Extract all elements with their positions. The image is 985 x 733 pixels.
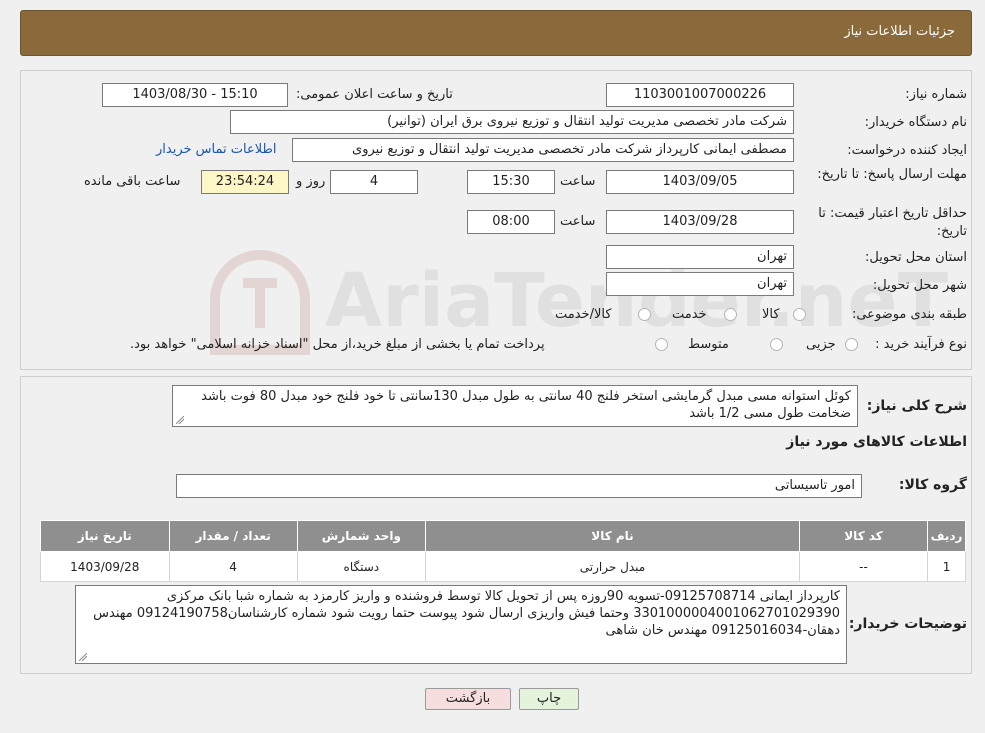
- goods-group-label: گروه کالا:: [898, 477, 967, 493]
- buyer-contact-link[interactable]: اطلاعات تماس خریدار: [156, 142, 276, 157]
- category-option-goods: کالا: [762, 307, 780, 322]
- back-button[interactable]: بازگشت: [425, 688, 511, 710]
- watermark-text: AriaTender.neT: [325, 258, 949, 344]
- col-row: ردیف: [927, 520, 966, 552]
- print-button[interactable]: چاپ: [519, 688, 579, 710]
- category-radio-service[interactable]: [724, 308, 737, 321]
- remaining-label: ساعت باقی مانده: [84, 174, 181, 189]
- goods-table-header: ردیف کد کالا نام کالا واحد شمارش تعداد /…: [40, 520, 966, 552]
- category-label: طبقه بندی موضوعی:: [851, 307, 967, 322]
- cell-unit: دستگاه: [296, 551, 427, 582]
- announce-field: 1403/08/30 - 15:10: [102, 83, 288, 107]
- category-radio-goods-service[interactable]: [638, 308, 651, 321]
- cell-date: 1403/09/28: [40, 551, 170, 582]
- days-field: 4: [330, 170, 418, 194]
- creator-label: ایجاد کننده درخواست:: [847, 143, 967, 158]
- cell-name: مبدل حرارتی: [425, 551, 800, 582]
- province-field: تهران: [606, 245, 794, 269]
- resize-grip-icon: [79, 653, 87, 661]
- buyer-field: شرکت مادر تخصصی مدیریت تولید انتقال و تو…: [230, 110, 794, 134]
- process-radio-minor[interactable]: [845, 338, 858, 351]
- city-label: شهر محل تحویل:: [872, 278, 967, 293]
- validity-date-field: 1403/09/28: [606, 210, 794, 234]
- process-radio-treasury[interactable]: [655, 338, 668, 351]
- process-label: نوع فرآیند خرید :: [875, 337, 967, 352]
- col-date: تاریخ نیاز: [40, 520, 170, 552]
- remaining-time-field: 23:54:24: [201, 170, 289, 194]
- buyer-notes-label: توضیحات خریدار:: [848, 616, 967, 632]
- goods-section-title: اطلاعات کالاهای مورد نیاز: [786, 434, 967, 450]
- table-row: 1 -- مبدل حرارتی دستگاه 4 1403/09/28: [40, 551, 966, 582]
- province-label: استان محل تحویل:: [865, 250, 967, 265]
- buyer-notes-field: کارپرداز ایمانی 09125708714-تسویه 90روزه…: [75, 585, 847, 664]
- page-header: جزئیات اطلاعات نیاز: [20, 10, 972, 56]
- cell-qty: 4: [168, 551, 298, 582]
- deadline-date-field: 1403/09/05: [606, 170, 794, 194]
- deadline-time-field: 15:30: [467, 170, 555, 194]
- process-note: پرداخت تمام یا بخشی از مبلغ خرید،از محل …: [130, 337, 545, 352]
- buyer-label: نام دستگاه خریدار:: [864, 115, 967, 130]
- validity-time-label: ساعت: [560, 214, 596, 229]
- process-radio-medium[interactable]: [770, 338, 783, 351]
- deadline-time-label: ساعت: [560, 174, 596, 189]
- description-label: شرح کلی نیاز:: [866, 398, 967, 414]
- category-radio-goods[interactable]: [793, 308, 806, 321]
- category-option-service: خدمت: [672, 307, 707, 322]
- goods-group-field: امور تاسیساتی: [176, 474, 862, 498]
- description-text: کوئل استوانه مسی مبدل گرمایشی استخر فلنج…: [201, 389, 851, 421]
- validity-time-field: 08:00: [467, 210, 555, 234]
- creator-field: مصطفی ایمانی کارپرداز شرکت مادر تخصصی مد…: [292, 138, 794, 162]
- category-option-goods-service: کالا/خدمت: [555, 307, 612, 322]
- validity-label: حداقل تاریخ اعتبار قیمت: تا تاریخ:: [818, 206, 967, 239]
- col-name: نام کالا: [425, 520, 800, 552]
- cell-row: 1: [927, 551, 966, 582]
- need-number-field: 1103001007000226: [606, 83, 794, 107]
- buyer-notes-text: کارپرداز ایمانی 09125708714-تسویه 90روزه…: [93, 589, 840, 638]
- process-option-minor: جزیی: [806, 337, 836, 352]
- col-qty: تعداد / مقدار: [168, 520, 298, 552]
- process-option-medium: متوسط: [688, 337, 729, 352]
- col-unit: واحد شمارش: [296, 520, 427, 552]
- announce-label: تاریخ و ساعت اعلان عمومی:: [296, 87, 453, 102]
- resize-grip-icon: [176, 416, 184, 424]
- description-field: کوئل استوانه مسی مبدل گرمایشی استخر فلنج…: [172, 385, 858, 427]
- days-label: روز و: [296, 174, 326, 189]
- city-field: تهران: [606, 272, 794, 296]
- page-title: جزئیات اطلاعات نیاز: [844, 24, 955, 39]
- col-code: کد کالا: [798, 520, 929, 552]
- need-number-label: شماره نیاز:: [905, 87, 967, 102]
- deadline-label: مهلت ارسال پاسخ: تا تاریخ:: [817, 167, 967, 182]
- cell-code: --: [798, 551, 929, 582]
- goods-table: ردیف کد کالا نام کالا واحد شمارش تعداد /…: [40, 520, 966, 582]
